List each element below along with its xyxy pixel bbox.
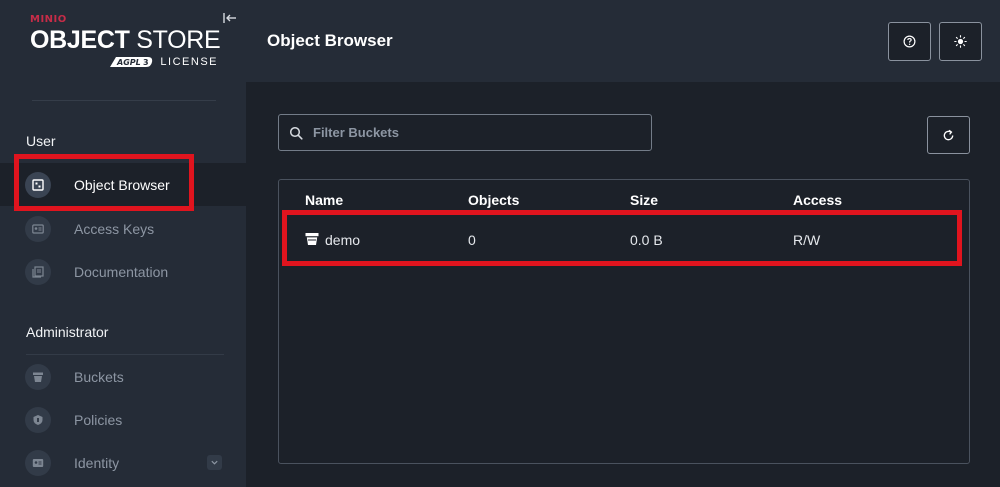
brand-license-row: AGPL 3 LICENSE: [30, 55, 220, 69]
bucket-objects: 0: [468, 232, 476, 248]
agpl-badge-icon: AGPL 3: [110, 57, 153, 67]
sidebar-item-label: Identity: [74, 454, 120, 471]
search-input[interactable]: [313, 115, 643, 150]
sidebar-item-label: Buckets: [74, 368, 124, 385]
sidebar-item-object-browser[interactable]: Object Browser: [0, 163, 246, 206]
sidebar-item-label: Object Browser: [74, 176, 170, 193]
column-header-access[interactable]: Access: [793, 192, 842, 208]
page-header: Object Browser: [246, 0, 1000, 82]
sidebar-item-documentation[interactable]: Documentation: [0, 250, 246, 293]
sidebar: MINIO OBJECT STORE AGPL 3 LICENSE User O…: [0, 0, 246, 487]
section-label-user: User: [26, 133, 56, 149]
bucket-size: 0.0 B: [630, 232, 663, 248]
app-window: MINIO OBJECT STORE AGPL 3 LICENSE User O…: [0, 0, 1000, 487]
refresh-button[interactable]: [927, 116, 970, 154]
sidebar-item-access-keys[interactable]: Access Keys: [0, 207, 246, 250]
table-row[interactable]: [279, 218, 969, 260]
policy-icon: [25, 406, 51, 433]
brand-divider: [32, 100, 216, 101]
bucket-icon: [305, 233, 319, 245]
sidebar-item-policies[interactable]: Policies: [0, 398, 246, 441]
buckets-table: Name Objects Size Access demo 0 0.0 B R/…: [278, 179, 970, 464]
filter-buckets-field[interactable]: [278, 114, 652, 151]
brand-logo: MINIO OBJECT STORE AGPL 3 LICENSE: [30, 14, 221, 69]
sidebar-item-label: Access Keys: [74, 220, 155, 237]
collapse-sidebar-icon[interactable]: [222, 10, 238, 26]
documentation-icon: [25, 258, 51, 285]
help-icon: [903, 35, 916, 48]
theme-toggle-icon: [954, 35, 967, 48]
bucket-icon: [25, 363, 51, 390]
bucket-name[interactable]: demo: [325, 232, 360, 248]
bucket-access: R/W: [793, 232, 821, 248]
column-header-size[interactable]: Size: [630, 192, 658, 208]
brand-license: LICENSE: [160, 56, 218, 68]
object-browser-icon: [25, 171, 51, 198]
svg-text:AGPL: AGPL: [116, 58, 141, 67]
brand-title-light: STORE: [136, 26, 221, 54]
section-label-administrator: Administrator: [26, 324, 109, 340]
svg-text:3: 3: [143, 58, 149, 67]
brand-minio: MINIO: [30, 14, 67, 25]
access-keys-icon: [25, 215, 51, 242]
chevron-down-icon[interactable]: [207, 455, 222, 470]
identity-icon: [25, 449, 51, 476]
column-header-name[interactable]: Name: [305, 192, 343, 208]
sidebar-item-identity[interactable]: Identity: [0, 441, 246, 484]
search-icon: [289, 126, 303, 140]
page-title: Object Browser: [267, 31, 393, 50]
sidebar-item-label: Documentation: [74, 263, 169, 280]
brand-title: OBJECT STORE: [30, 26, 221, 54]
sidebar-item-label: Policies: [74, 411, 123, 428]
brand-title-bold: OBJECT: [30, 26, 130, 54]
theme-toggle-button[interactable]: [939, 22, 982, 61]
help-button[interactable]: [888, 22, 931, 61]
refresh-icon: [943, 129, 954, 140]
column-header-objects[interactable]: Objects: [468, 192, 519, 208]
sidebar-item-buckets[interactable]: Buckets: [0, 355, 246, 398]
